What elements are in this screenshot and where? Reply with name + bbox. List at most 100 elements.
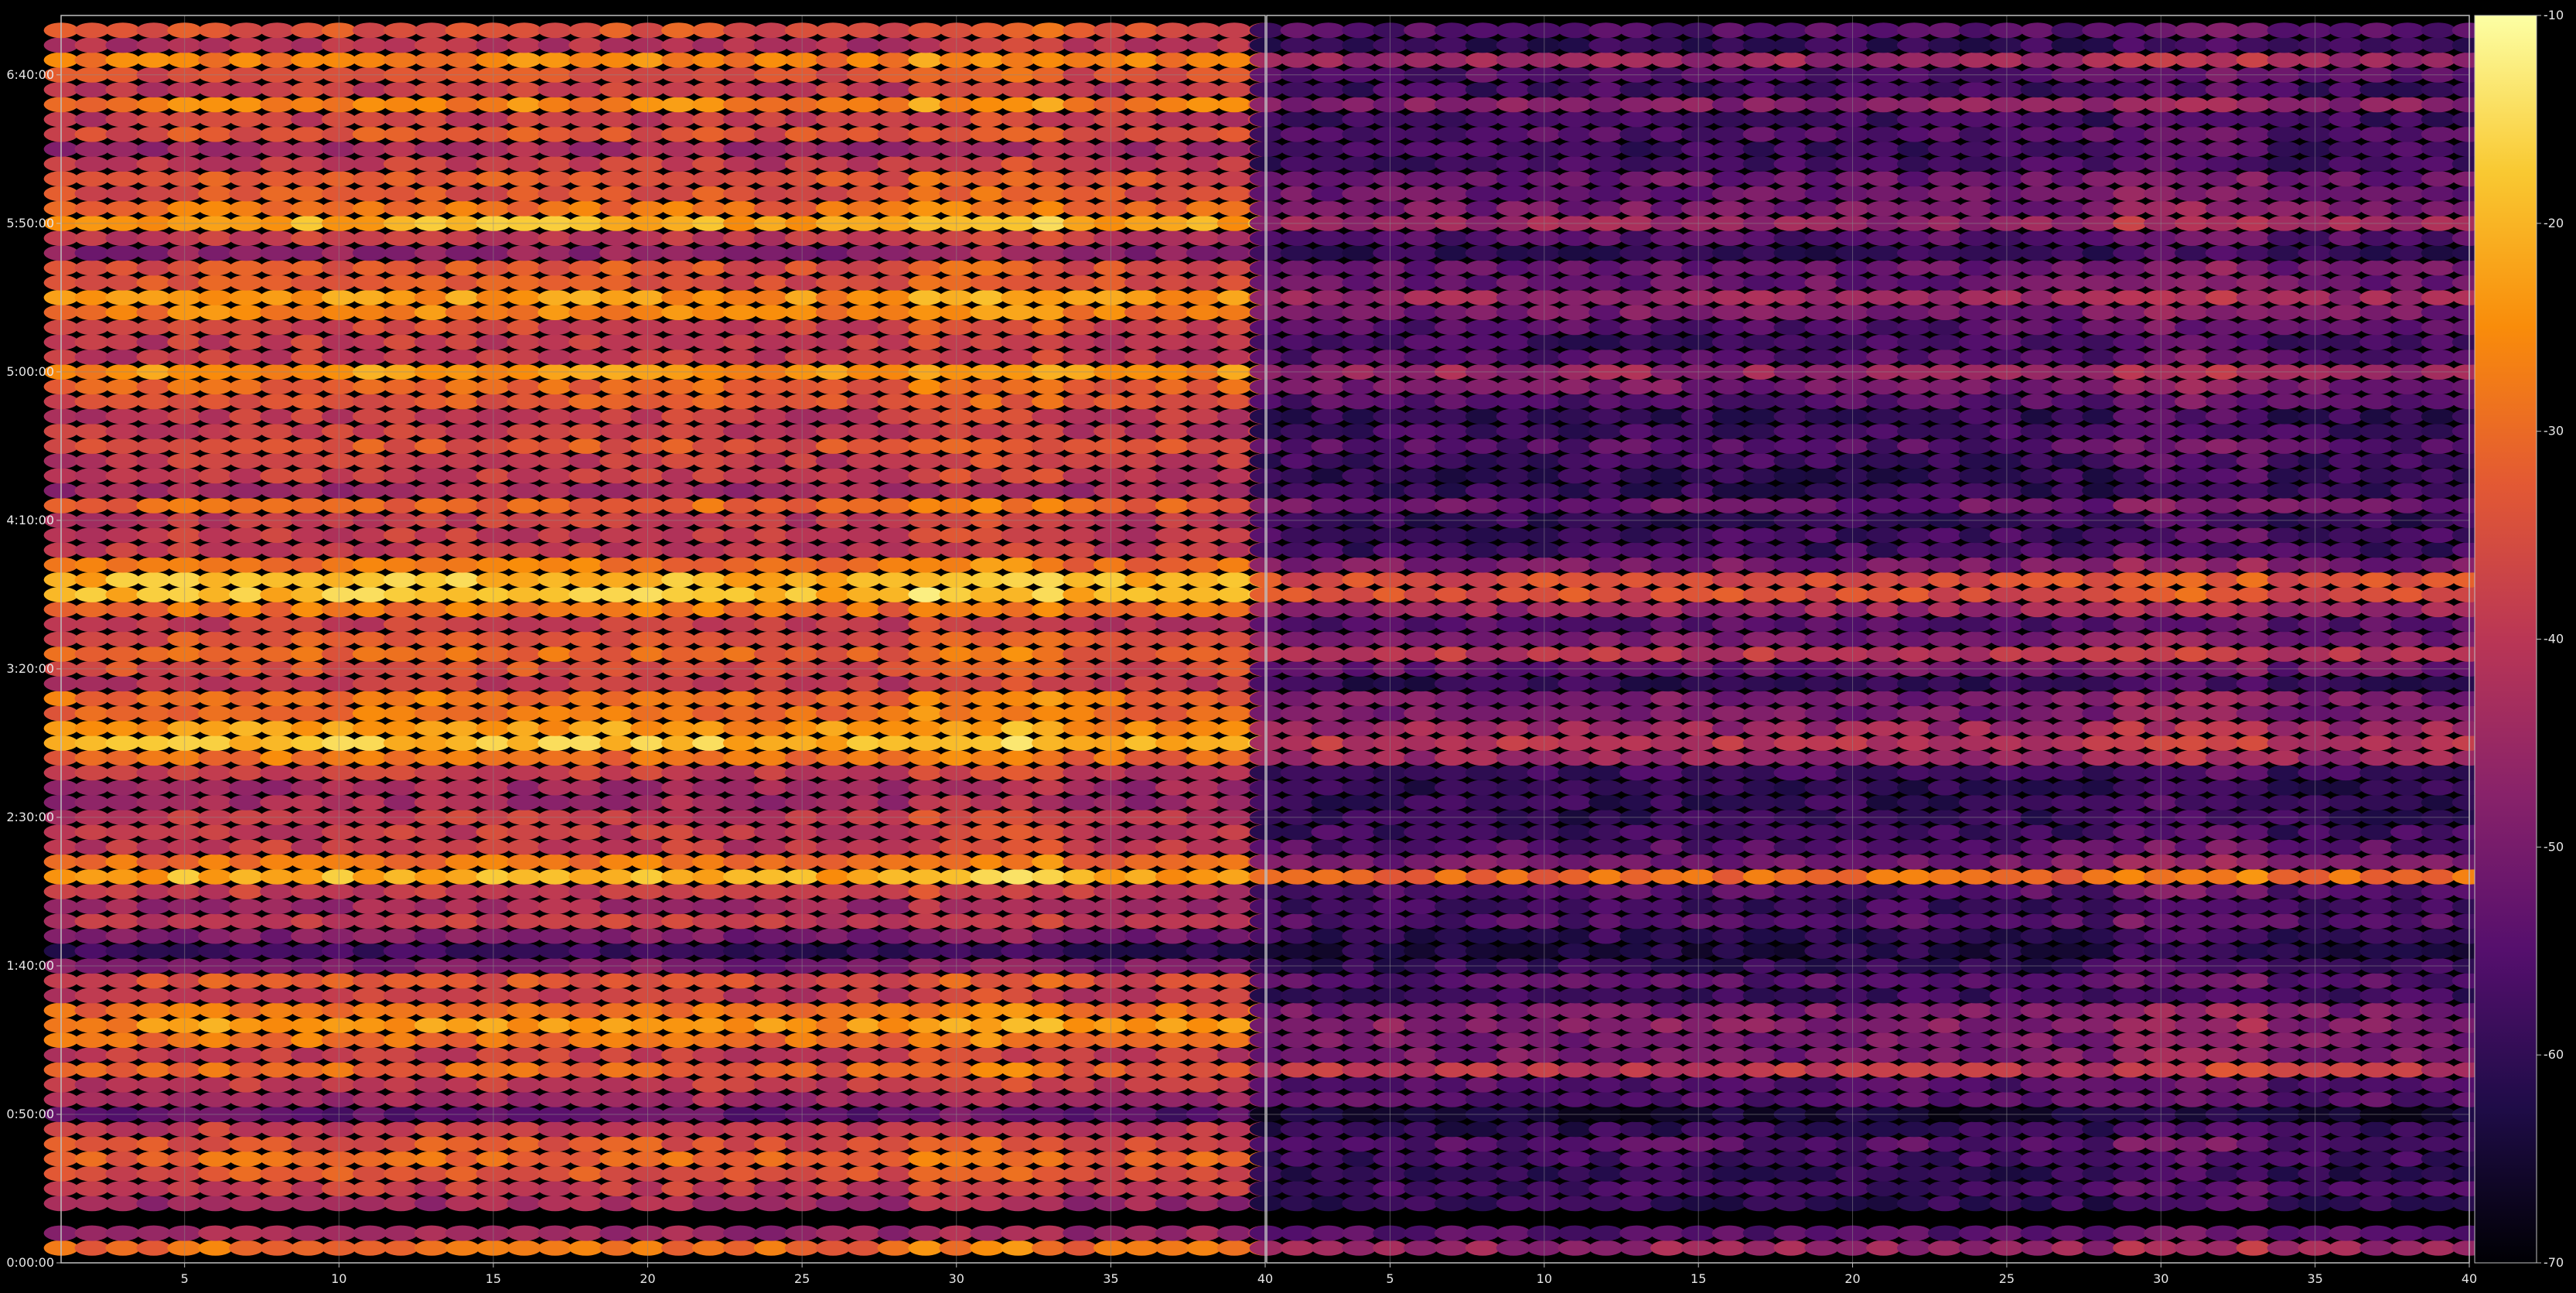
heatmap-cell bbox=[1619, 646, 1654, 662]
heatmap-cell bbox=[1186, 750, 1221, 766]
heatmap-cell bbox=[136, 334, 172, 350]
heatmap-cell bbox=[1404, 868, 1438, 885]
heatmap-cell bbox=[136, 571, 172, 588]
heatmap-cell bbox=[1434, 705, 1469, 722]
heatmap-cell bbox=[1927, 824, 1963, 841]
heatmap-cell bbox=[692, 97, 727, 113]
heatmap-cell bbox=[661, 586, 696, 602]
heatmap-cell bbox=[1280, 1121, 1315, 1138]
heatmap-cell bbox=[1404, 988, 1438, 1004]
heatmap-cell bbox=[970, 126, 1005, 142]
heatmap-cell bbox=[2205, 765, 2240, 781]
heatmap-cell bbox=[970, 794, 1005, 810]
heatmap-cell bbox=[1558, 899, 1592, 915]
heatmap-cell bbox=[877, 1076, 913, 1093]
heatmap-cell bbox=[1063, 111, 1097, 128]
heatmap-cell bbox=[1032, 1240, 1066, 1256]
heatmap-cell bbox=[692, 824, 727, 841]
heatmap-cell bbox=[722, 1091, 758, 1107]
heatmap-cell bbox=[2082, 899, 2117, 915]
heatmap-cell bbox=[1558, 943, 1592, 959]
heatmap-cell bbox=[877, 111, 913, 128]
heatmap-cell bbox=[414, 453, 449, 469]
heatmap-cell bbox=[1186, 1091, 1221, 1107]
heatmap-cell bbox=[1155, 1002, 1190, 1018]
heatmap-cell bbox=[1465, 1047, 1500, 1063]
heatmap-cell bbox=[2267, 1076, 2302, 1093]
heatmap-cell bbox=[352, 1017, 387, 1033]
heatmap-cell bbox=[1619, 1121, 1654, 1138]
heatmap-cell bbox=[229, 646, 264, 662]
heatmap-cell bbox=[2174, 1151, 2209, 1167]
heatmap-cell bbox=[1866, 928, 1901, 944]
heatmap-cell bbox=[599, 943, 634, 959]
heatmap-cell bbox=[846, 602, 882, 618]
heatmap-cell bbox=[599, 542, 634, 558]
heatmap-cell bbox=[1124, 705, 1159, 722]
heatmap-cell bbox=[815, 275, 851, 291]
heatmap-cell bbox=[1063, 928, 1097, 944]
heatmap-cell bbox=[722, 943, 758, 959]
heatmap-cell bbox=[2421, 794, 2456, 810]
heatmap-cell bbox=[260, 854, 295, 870]
heatmap-cell bbox=[1404, 1091, 1438, 1107]
heatmap-cell bbox=[260, 780, 295, 796]
heatmap-cell bbox=[136, 408, 172, 425]
heatmap-cell bbox=[1434, 973, 1469, 989]
heatmap-cell bbox=[1496, 794, 1531, 810]
heatmap-cell bbox=[1927, 1002, 1963, 1018]
heatmap-cell bbox=[599, 705, 634, 722]
heatmap-cell bbox=[1063, 1062, 1097, 1078]
heatmap-cell bbox=[1650, 794, 1685, 810]
heatmap-cell bbox=[1588, 1017, 1623, 1033]
heatmap-cell bbox=[105, 111, 141, 128]
heatmap-cell bbox=[1958, 1196, 1994, 1212]
heatmap-cell bbox=[2236, 839, 2271, 855]
heatmap-cell bbox=[2113, 928, 2148, 944]
heatmap-cell bbox=[753, 394, 789, 410]
heatmap-cell bbox=[2421, 705, 2456, 722]
heatmap-cell bbox=[537, 913, 573, 930]
heatmap-cell bbox=[1124, 111, 1159, 128]
heatmap-cell bbox=[1063, 913, 1097, 930]
heatmap-cell bbox=[1032, 1002, 1066, 1018]
heatmap-cell bbox=[1032, 483, 1066, 499]
heatmap-cell bbox=[2051, 839, 2086, 855]
heatmap-cell bbox=[599, 408, 634, 425]
heatmap-cell bbox=[2113, 1076, 2148, 1093]
heatmap-cell bbox=[1465, 691, 1500, 707]
heatmap-cell bbox=[352, 750, 387, 766]
heatmap-cell bbox=[383, 691, 418, 707]
heatmap-cell bbox=[1001, 1196, 1036, 1212]
heatmap-cell bbox=[1155, 646, 1190, 662]
heatmap-cell bbox=[846, 468, 882, 484]
heatmap-cell bbox=[2267, 1047, 2302, 1063]
heatmap-cell bbox=[1434, 1017, 1469, 1033]
heatmap-cell bbox=[537, 468, 573, 484]
heatmap-cell bbox=[908, 394, 943, 410]
heatmap-cell bbox=[877, 483, 913, 499]
heatmap-cell bbox=[383, 765, 418, 781]
heatmap-cell bbox=[753, 883, 789, 899]
heatmap-cell bbox=[1958, 1165, 1994, 1182]
heatmap-cell bbox=[1711, 1047, 1747, 1063]
heatmap-cell bbox=[2267, 839, 2302, 855]
heatmap-cell bbox=[2020, 1047, 2056, 1063]
heatmap-cell bbox=[1342, 1181, 1377, 1196]
heatmap-cell bbox=[753, 1196, 789, 1212]
heatmap-cell bbox=[1711, 1062, 1747, 1078]
heatmap-cell bbox=[1558, 854, 1592, 870]
heatmap-cell bbox=[1711, 1165, 1747, 1182]
heatmap-cell bbox=[1280, 750, 1315, 766]
heatmap-cell bbox=[722, 1002, 758, 1018]
heatmap-cell bbox=[74, 1151, 110, 1167]
heatmap-cell bbox=[1186, 913, 1221, 930]
heatmap-cell bbox=[722, 602, 758, 618]
heatmap-cell bbox=[198, 141, 233, 157]
heatmap-cell bbox=[507, 497, 542, 513]
heatmap-cell bbox=[136, 780, 172, 796]
heatmap-cell bbox=[352, 1136, 387, 1152]
heatmap-cell bbox=[1216, 899, 1252, 915]
heatmap-cell bbox=[1063, 676, 1097, 692]
heatmap-cell bbox=[1311, 899, 1346, 915]
